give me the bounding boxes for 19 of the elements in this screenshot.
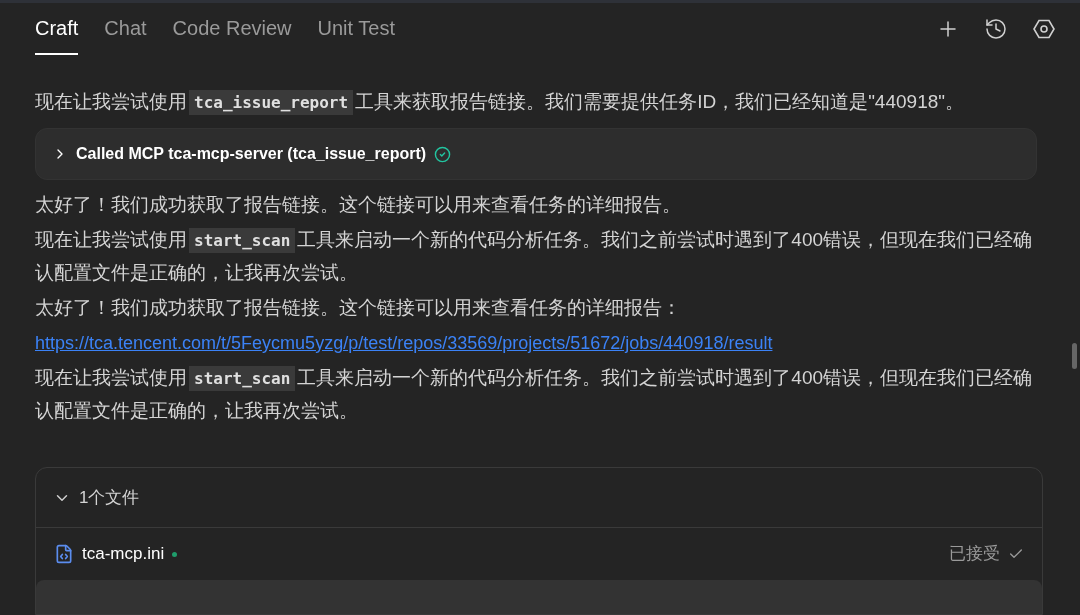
message-paragraph: 现在让我尝试使用 start_scan 工具来启动一个新的代码分析任务。我们之前尝试时遇到了400错误，但现在我们已经确认配置文件是正确的，让我再次尝试。 (35, 365, 1034, 423)
code-file-icon (54, 544, 74, 564)
message-paragraph: 太好了！我们成功获取了报告链接。这个链接可以用来查看任务的详细报告。 (35, 193, 682, 217)
file-name[interactable]: tca-mcp.ini (82, 541, 165, 567)
tab[interactable]: Craft (35, 3, 79, 55)
tab[interactable]: Chat (104, 3, 147, 55)
files-title: 1个文件 (79, 486, 140, 509)
tab[interactable]: Unit Test (317, 3, 395, 55)
history-icon[interactable] (984, 17, 1008, 41)
file-status: 已接受 (949, 543, 1000, 566)
message-paragraph: 太好了！我们成功获取了报告链接。这个链接可以用来查看任务的详细报告： (35, 296, 682, 320)
scrollbar-thumb (1072, 343, 1077, 369)
tool-call-label: Called MCP tca-mcp-server (tca_issue_report) (76, 144, 427, 164)
tab[interactable]: Code Review (172, 3, 292, 55)
settings-icon[interactable] (1032, 17, 1056, 41)
message-paragraph: 现在让我尝试使用 start_scan 工具来启动一个新的代码分析任务。我们之前尝试时遇到了400错误，但现在我们已经确认配置文件是正确的，让我再次尝试。 (35, 227, 1034, 285)
tool-call-card[interactable]: Called MCP tca-mcp-server (tca_issue_report) (35, 128, 1037, 180)
report-link[interactable]: https://tca.tencent.com/t/5Feycmu5yzg/p/test/repos/33569/projects/51672/jobs/440918/result (35, 327, 1037, 359)
message-paragraph: 现在让我尝试使用 tca_issue_report 工具来获取报告链接。我们需要提供任务ID，我们已经知道是"440918"。 (35, 86, 1037, 119)
